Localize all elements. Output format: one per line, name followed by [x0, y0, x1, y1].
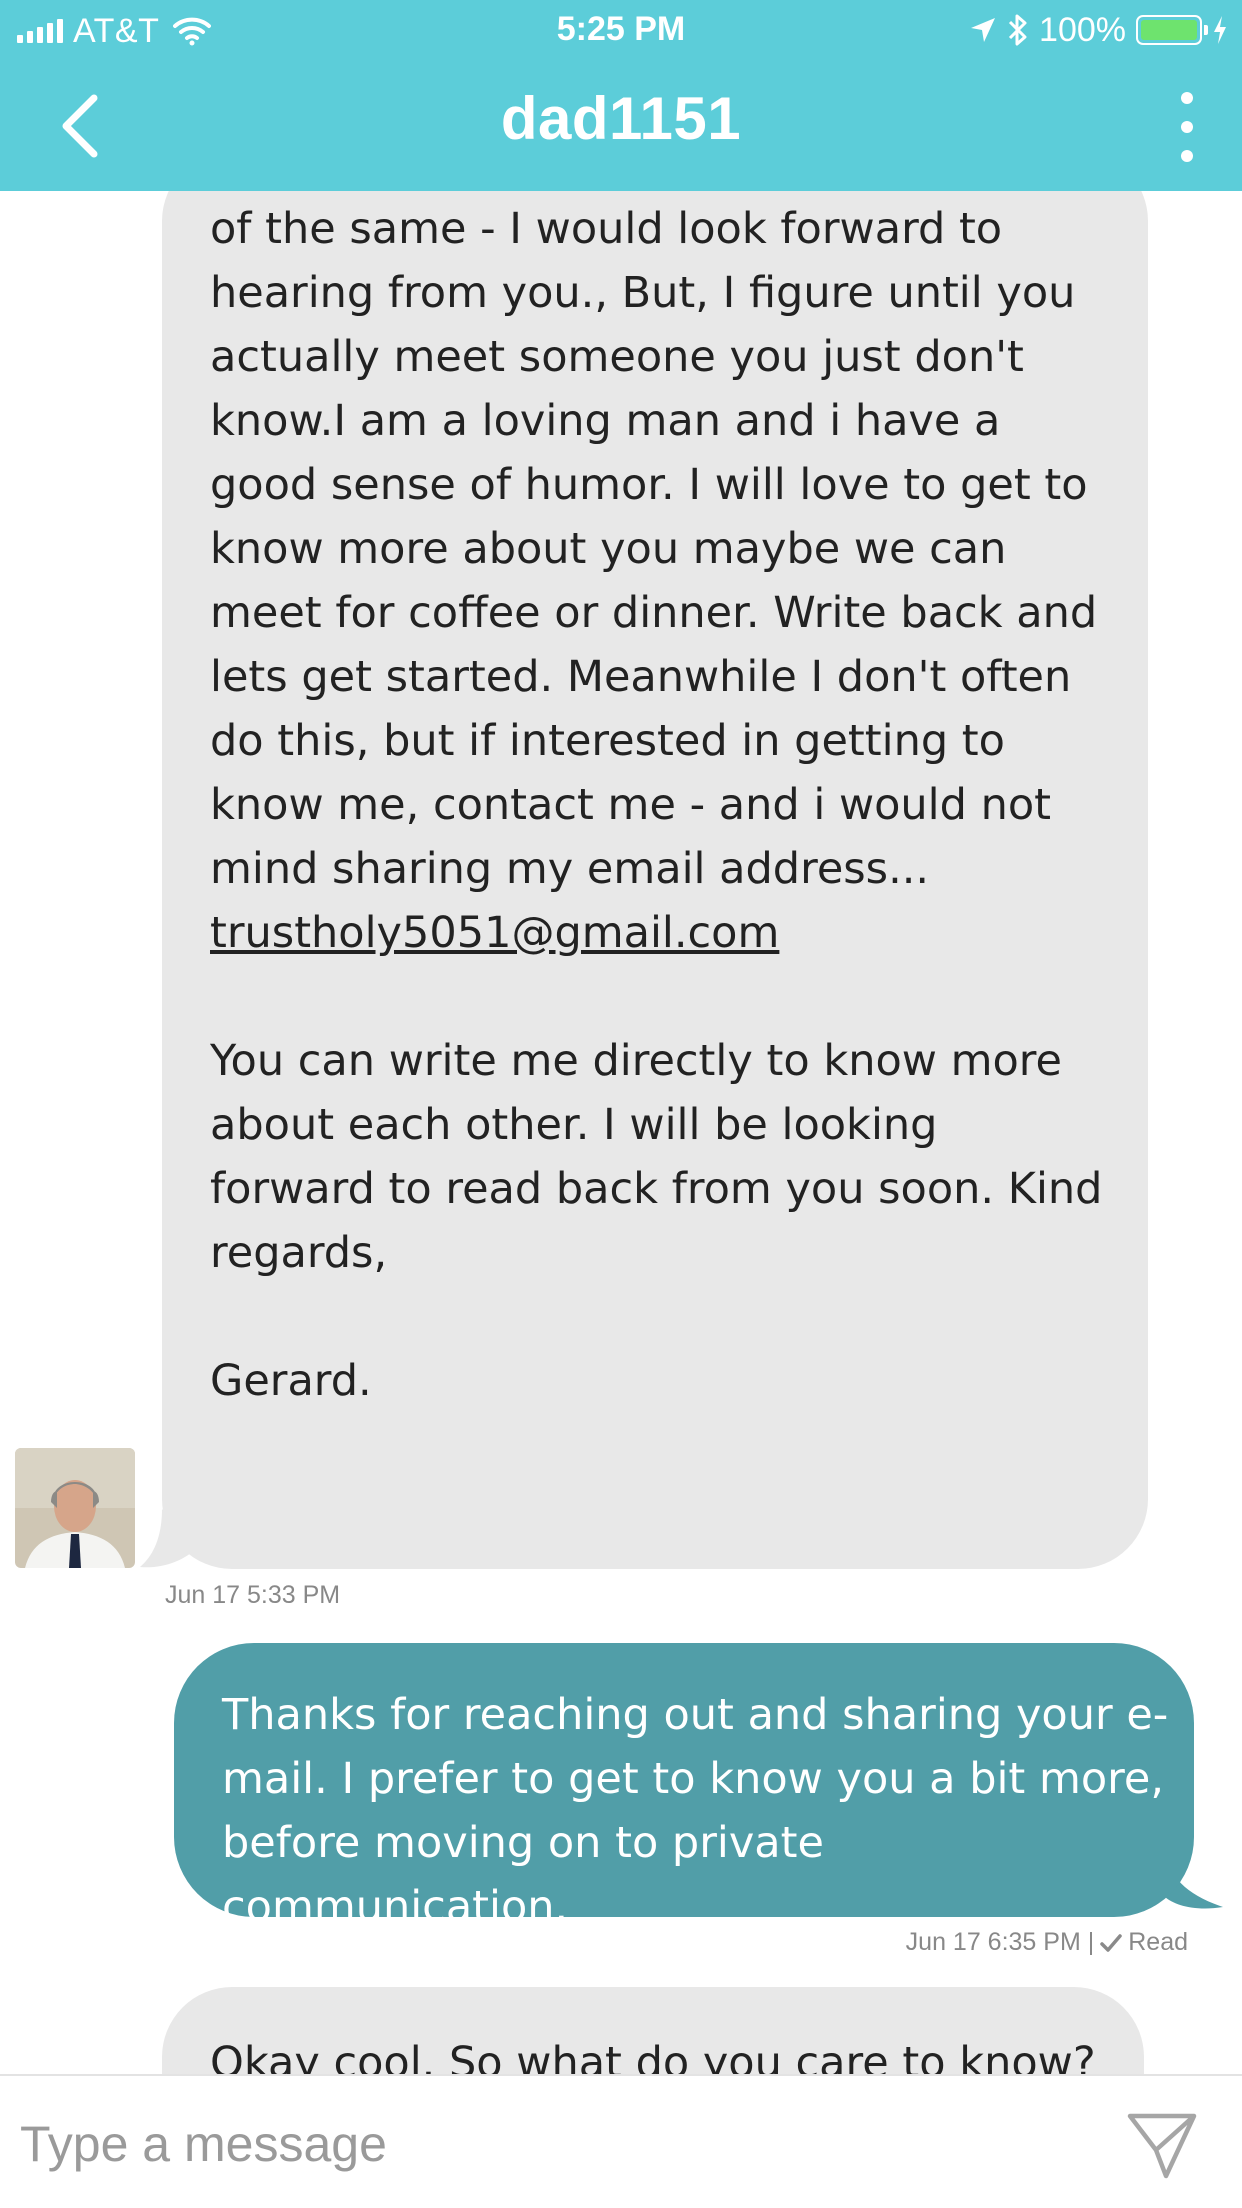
outgoing-message-text: Thanks for reaching out and sharing your…	[222, 1690, 1169, 1932]
battery-percent: 100%	[1039, 10, 1126, 49]
incoming-message-text: of the same - I would look forward to he…	[210, 197, 1110, 1413]
message-paragraph: of the same - I would look forward to he…	[210, 204, 1098, 894]
battery-fill	[1141, 20, 1197, 40]
incoming-message-bubble[interactable]: of the same - I would look forward to he…	[162, 191, 1148, 1569]
nav-bar: dad1151	[0, 62, 1242, 191]
send-icon	[1127, 2113, 1197, 2179]
message-timestamp: Jun 17 5:33 PM	[165, 1581, 341, 1609]
status-bar: AT&T 5:25 PM 100%	[0, 0, 1242, 62]
incoming-message-bubble[interactable]: Okay cool. So what do you care to know? …	[162, 1987, 1144, 2074]
message-timestamp: Jun 17 6:35 PM |	[905, 1928, 1095, 1956]
location-icon	[971, 18, 996, 42]
more-options-button[interactable]	[1172, 92, 1202, 162]
charging-icon	[1214, 16, 1226, 44]
outgoing-message-bubble[interactable]: Thanks for reaching out and sharing your…	[174, 1643, 1194, 1932]
conversation-title: dad1151	[500, 85, 742, 152]
status-bar-right: 100%	[969, 10, 1228, 50]
email-link[interactable]: trustholy5051@gmail.com	[210, 908, 779, 958]
send-button[interactable]	[1122, 2106, 1202, 2186]
more-vertical-icon	[1181, 92, 1193, 104]
battery-icon	[1136, 15, 1208, 45]
message-signature: Gerard.	[210, 1356, 372, 1406]
bluetooth-icon	[1008, 14, 1027, 46]
sender-avatar[interactable]	[15, 1448, 135, 1568]
message-paragraph: You can write me directly to know more a…	[210, 1036, 1103, 1278]
read-label: Read	[1128, 1928, 1188, 1956]
avatar-photo	[15, 1448, 135, 1568]
incoming-message-text: Okay cool. So what do you care to know? …	[210, 2038, 1110, 2074]
app-header: AT&T 5:25 PM 100% dad1151	[0, 0, 1242, 191]
message-thread[interactable]: of the same - I would look forward to he…	[0, 191, 1242, 2074]
read-receipt: Jun 17 6:35 PM | Read	[906, 1928, 1188, 1957]
check-icon	[1100, 1933, 1122, 1952]
message-composer	[0, 2074, 1242, 2208]
message-input[interactable]	[20, 2104, 1100, 2184]
